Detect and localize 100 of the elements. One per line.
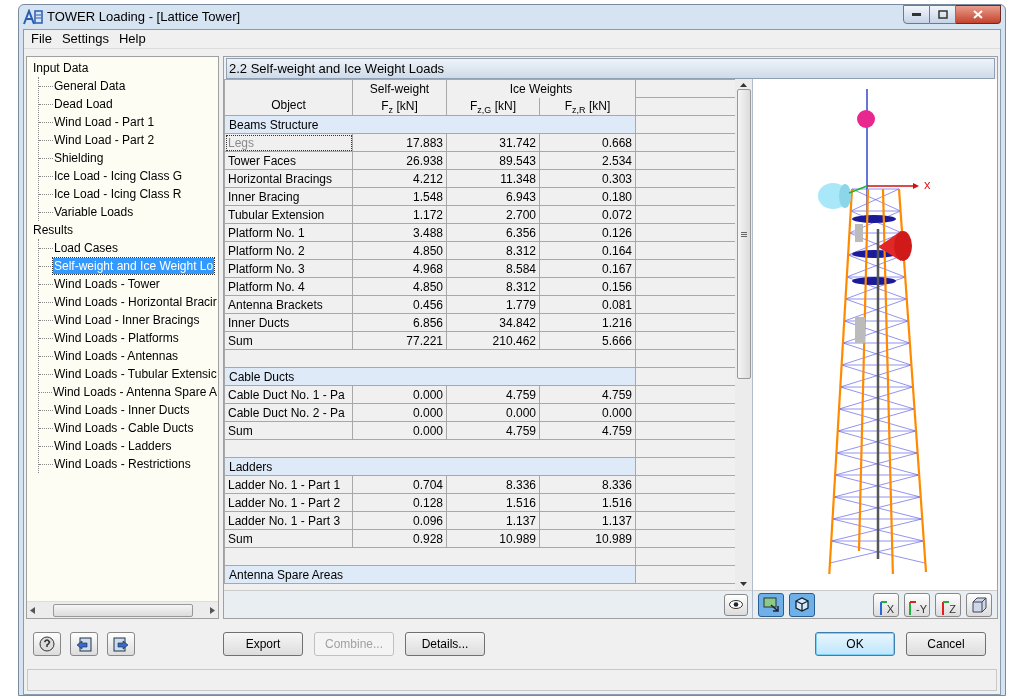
help-button[interactable] bbox=[33, 632, 61, 656]
tree-item[interactable]: Wind Loads - Antenna Spare A bbox=[51, 384, 218, 400]
tree-item[interactable]: Wind Loads - Restrictions bbox=[53, 456, 192, 472]
visibility-button[interactable] bbox=[724, 593, 748, 616]
panel-title: 2.2 Self-weight and Ice Weight Loads bbox=[226, 58, 995, 79]
value-cell: 2.534 bbox=[602, 153, 632, 168]
column-group-header: Self-weight bbox=[352, 79, 447, 98]
value-cell: 26.938 bbox=[406, 153, 443, 168]
vertical-scrollbar[interactable] bbox=[735, 79, 752, 590]
tree-item[interactable]: Wind Loads - Ladders bbox=[53, 438, 173, 454]
axes-icon bbox=[907, 599, 916, 616]
maximize-button[interactable] bbox=[930, 5, 956, 24]
value-cell: 0.128 bbox=[412, 495, 443, 510]
value-cell: 4.850 bbox=[412, 243, 443, 258]
isometric-view-button[interactable] bbox=[966, 592, 992, 617]
arrow-left-icon bbox=[76, 636, 92, 652]
eye-icon bbox=[729, 600, 743, 609]
menu-item[interactable]: Help bbox=[114, 29, 150, 49]
menu-item[interactable]: Settings bbox=[57, 29, 113, 49]
value-cell: 1.216 bbox=[602, 315, 632, 330]
view-mode-button[interactable] bbox=[789, 592, 815, 617]
value-cell: 8.336 bbox=[505, 477, 536, 492]
value-cell: 8.312 bbox=[505, 243, 536, 258]
axes-icon bbox=[940, 599, 950, 616]
tree-item[interactable]: Ice Load - Icing Class R bbox=[53, 186, 183, 202]
tree-item[interactable]: Wind Loads - Inner Ducts bbox=[53, 402, 191, 418]
value-cell: 0.156 bbox=[602, 279, 632, 294]
value-cell: 77.221 bbox=[406, 333, 443, 348]
value-cell: 1.137 bbox=[505, 513, 536, 528]
value-cell: 1.172 bbox=[412, 207, 443, 222]
tree-item[interactable]: Load Cases bbox=[53, 240, 120, 256]
value-cell: 10.989 bbox=[595, 531, 632, 546]
value-cell: 1.516 bbox=[505, 495, 536, 510]
tree-item[interactable]: Wind Loads - Horizontal Bracir bbox=[53, 294, 218, 310]
value-cell: 89.543 bbox=[499, 153, 536, 168]
value-cell: 4.759 bbox=[602, 387, 632, 402]
value-cell: 6.356 bbox=[505, 225, 536, 240]
tree-node[interactable]: Input Data bbox=[33, 59, 89, 77]
scrollbar-thumb[interactable] bbox=[52, 603, 193, 617]
tree-item[interactable]: Wind Load - Part 2 bbox=[53, 132, 156, 148]
tree-item[interactable]: General Data bbox=[53, 78, 127, 94]
value-cell: 6.856 bbox=[412, 315, 443, 330]
menu-item[interactable]: File bbox=[27, 29, 56, 49]
dialog-button[interactable]: OK bbox=[815, 632, 895, 656]
tree-item[interactable]: Shielding bbox=[53, 150, 105, 166]
previous-button[interactable] bbox=[70, 632, 98, 656]
value-cell: 0.000 bbox=[412, 405, 443, 420]
minimize-icon bbox=[912, 13, 921, 16]
horizontal-scrollbar[interactable] bbox=[27, 601, 218, 618]
value-cell: 0.000 bbox=[412, 387, 443, 402]
app-logo-icon bbox=[23, 9, 43, 25]
value-cell: 0.081 bbox=[602, 297, 632, 312]
box-view-icon bbox=[794, 597, 810, 612]
tree-item[interactable]: Variable Loads bbox=[53, 204, 135, 220]
tree-item[interactable]: Wind Loads - Tower bbox=[53, 276, 161, 292]
value-cell: 8.336 bbox=[602, 477, 632, 492]
tree-item[interactable]: Wind Loads - Tubular Extensic bbox=[53, 366, 218, 382]
tree-item[interactable]: Wind Loads - Cable Ducts bbox=[53, 420, 195, 436]
dialog-button[interactable]: Cancel bbox=[906, 632, 986, 656]
value-cell: 0.000 bbox=[602, 405, 632, 420]
value-cell: 4.968 bbox=[412, 261, 443, 276]
tree-item[interactable]: Wind Load - Inner Bracings bbox=[53, 312, 201, 328]
view-direction-button[interactable]: -Y bbox=[904, 592, 930, 617]
value-cell: 31.742 bbox=[499, 135, 536, 150]
view-direction-button[interactable]: X bbox=[873, 592, 899, 617]
axis-label: x bbox=[924, 178, 931, 192]
view-direction-button[interactable]: Z bbox=[935, 592, 961, 617]
value-cell: 4.850 bbox=[412, 279, 443, 294]
dialog-button[interactable]: Export bbox=[223, 632, 303, 656]
grip-icon bbox=[740, 231, 747, 237]
close-icon bbox=[973, 10, 983, 19]
tree-item[interactable]: Ice Load - Icing Class G bbox=[53, 168, 184, 184]
arrow-right-icon bbox=[113, 636, 129, 652]
tree-node[interactable]: Results bbox=[33, 221, 73, 239]
object-cell[interactable]: Sum bbox=[228, 333, 253, 348]
value-cell: 1.548 bbox=[412, 189, 443, 204]
value-cell: 3.488 bbox=[412, 225, 443, 240]
axes-icon bbox=[877, 599, 887, 616]
next-button[interactable] bbox=[107, 632, 135, 656]
help-icon bbox=[39, 636, 55, 652]
render-mode-button[interactable] bbox=[758, 592, 784, 617]
value-cell: 0.096 bbox=[412, 513, 443, 528]
tree-item[interactable]: Wind Loads - Antennas bbox=[53, 348, 180, 364]
object-cell[interactable]: Sum bbox=[228, 531, 253, 546]
value-cell: 210.462 bbox=[492, 333, 536, 348]
object-cell[interactable]: Sum bbox=[228, 423, 253, 438]
value-cell: 8.584 bbox=[505, 261, 536, 276]
value-cell: 0.126 bbox=[602, 225, 632, 240]
tree-item[interactable]: Wind Loads - Platforms bbox=[53, 330, 180, 346]
scrollbar-thumb[interactable] bbox=[736, 89, 751, 379]
tree-item[interactable]: Dead Load bbox=[53, 96, 114, 112]
close-button[interactable] bbox=[956, 5, 1001, 24]
tree-item[interactable]: Wind Load - Part 1 bbox=[53, 114, 156, 130]
scroll-up-icon bbox=[740, 83, 747, 87]
minimize-button[interactable] bbox=[903, 5, 930, 24]
dialog-button[interactable]: Details... bbox=[405, 632, 485, 656]
value-cell: 1.516 bbox=[602, 495, 632, 510]
value-cell: 0.072 bbox=[602, 207, 632, 222]
value-cell: 1.779 bbox=[505, 297, 536, 312]
value-cell: 4.759 bbox=[602, 423, 632, 438]
